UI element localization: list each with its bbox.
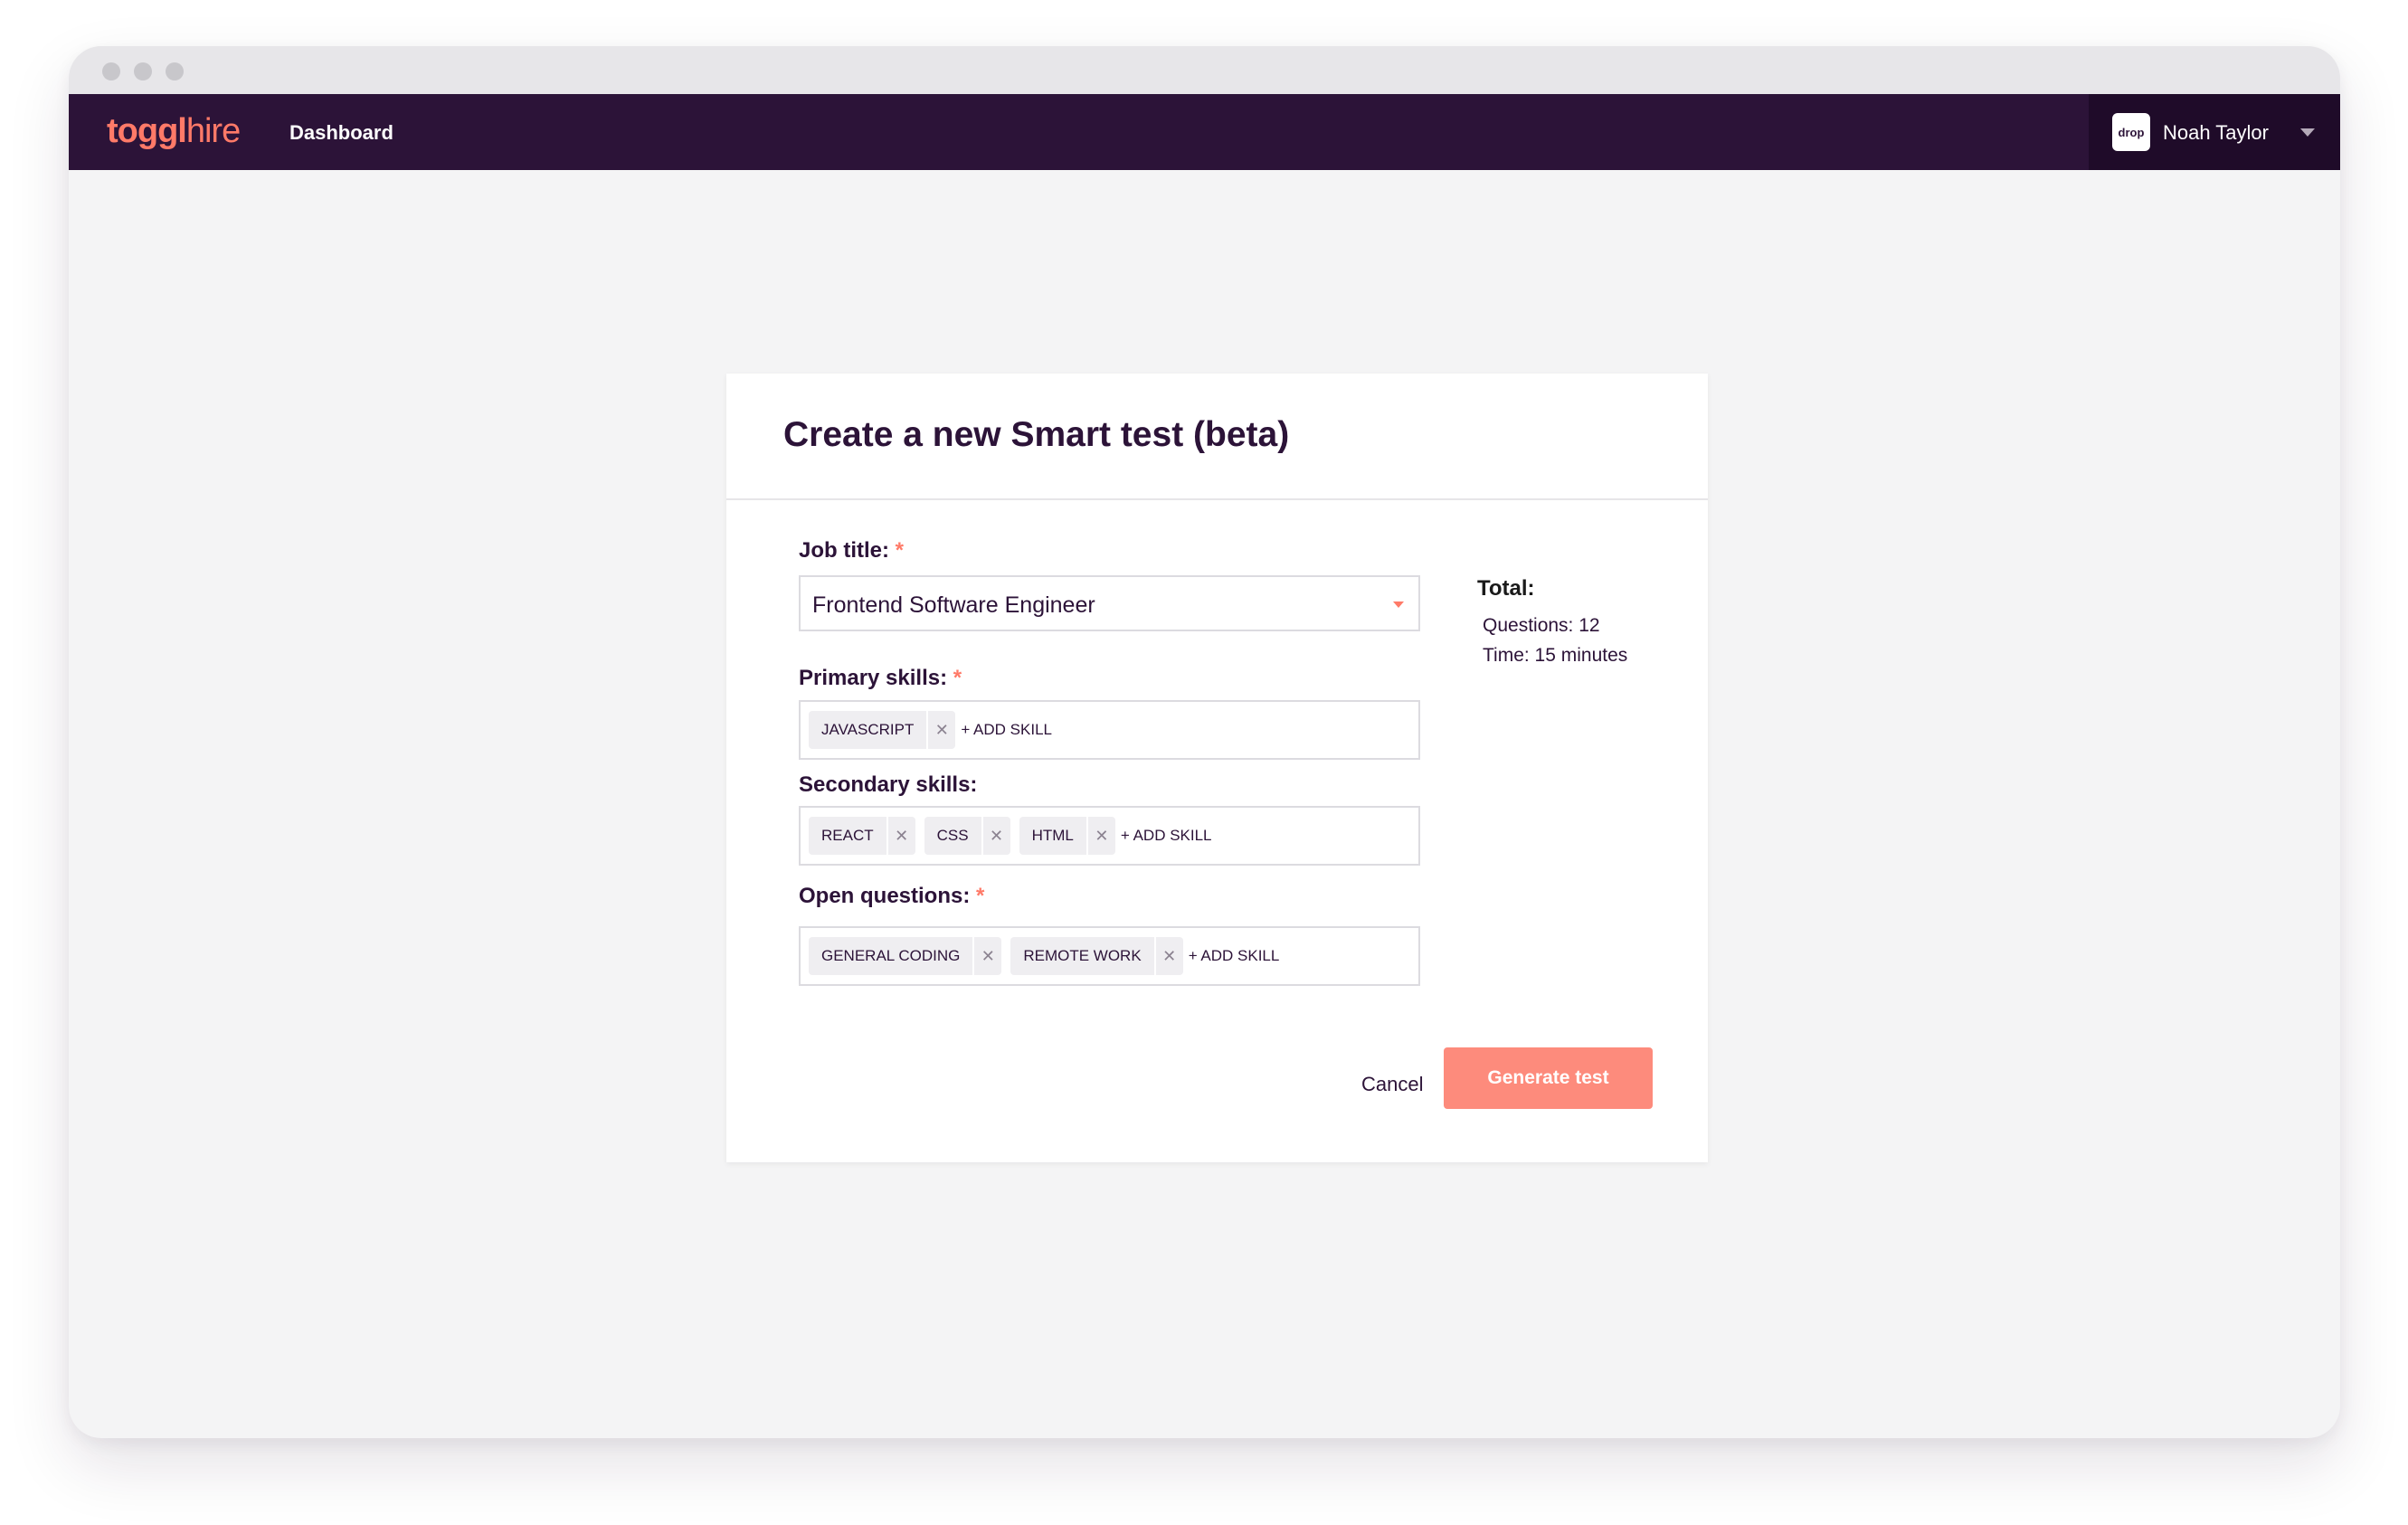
question-tag-label: GENERAL CODING [821,947,961,964]
skill-tag: HTML ✕ [1019,817,1115,855]
job-title-select[interactable]: Frontend Software Engineer [799,575,1420,631]
open-questions-label-text: Open questions: [799,884,971,908]
total-questions: Questions: 12 [1483,615,1600,636]
dialog-header: Create a new Smart test (beta) [726,374,1708,500]
skill-tag-label: JAVASCRIPT [821,721,915,738]
generate-test-button[interactable]: Generate test [1444,1047,1653,1109]
dialog-title: Create a new Smart test (beta) [783,415,1290,454]
window-minimize-dot[interactable] [134,62,152,81]
remove-tag-icon[interactable]: ✕ [1153,937,1183,975]
question-tag: REMOTE WORK ✕ [1010,937,1183,975]
remove-tag-icon[interactable]: ✕ [981,817,1010,855]
open-questions-label: Open questions: * [799,884,984,909]
skill-tag: REACT ✕ [809,817,915,855]
top-navbar: togglhire Dashboard drop Noah Taylor [69,94,2340,170]
job-title-value: Frontend Software Engineer [812,592,1095,618]
window-titlebar [69,46,2340,94]
skill-tag: JAVASCRIPT ✕ [809,711,956,749]
nav-dashboard-link[interactable]: Dashboard [289,121,393,145]
remove-tag-icon[interactable]: ✕ [926,711,955,749]
caret-down-icon [1393,601,1404,608]
job-title-label-text: Job title: [799,538,889,563]
avatar: drop [2112,113,2150,151]
add-skill-button[interactable]: + ADD SKILL [1189,947,1280,965]
remove-tag-icon[interactable]: ✕ [1085,817,1115,855]
required-mark: * [895,538,905,563]
question-tag-label: REMOTE WORK [1023,947,1142,964]
window-close-dot[interactable] [102,62,120,81]
remove-tag-icon[interactable]: ✕ [972,937,1001,975]
secondary-skills-input[interactable]: REACT ✕ CSS ✕ HTML ✕ + ADD SKILL [799,806,1420,866]
question-tag: GENERAL CODING ✕ [809,937,1002,975]
cancel-button[interactable]: Cancel [1361,1073,1423,1096]
logo-text-bold: toggl [107,112,187,150]
job-title-label: Job title: * [799,538,904,564]
window-maximize-dot[interactable] [166,62,184,81]
skill-tag-label: CSS [936,827,969,844]
remove-tag-icon[interactable]: ✕ [886,817,915,855]
add-skill-button[interactable]: + ADD SKILL [1121,827,1212,845]
required-mark: * [976,884,985,908]
primary-skills-input[interactable]: JAVASCRIPT ✕ + ADD SKILL [799,700,1420,760]
primary-skills-label: Primary skills: * [799,666,962,691]
primary-skills-label-text: Primary skills: [799,666,948,690]
required-mark: * [953,666,962,690]
logo-text-light: hire [185,112,241,150]
secondary-skills-label: Secondary skills: [799,772,977,798]
toggl-hire-logo[interactable]: togglhire [107,112,241,151]
secondary-skills-label-text: Secondary skills: [799,772,978,797]
total-title: Total: [1477,576,1535,601]
chevron-down-icon[interactable] [2300,128,2315,137]
create-test-dialog: Create a new Smart test (beta) Job title… [726,374,1708,1162]
skill-tag: CSS ✕ [924,817,1010,855]
total-time: Time: 15 minutes [1483,645,1628,666]
skill-tag-label: REACT [821,827,874,844]
add-skill-button[interactable]: + ADD SKILL [961,721,1052,739]
user-menu[interactable]: drop Noah Taylor [2089,94,2340,170]
user-name: Noah Taylor [2163,121,2269,144]
skill-tag-label: HTML [1031,827,1074,844]
open-questions-input[interactable]: GENERAL CODING ✕ REMOTE WORK ✕ + ADD SKI… [799,926,1420,986]
